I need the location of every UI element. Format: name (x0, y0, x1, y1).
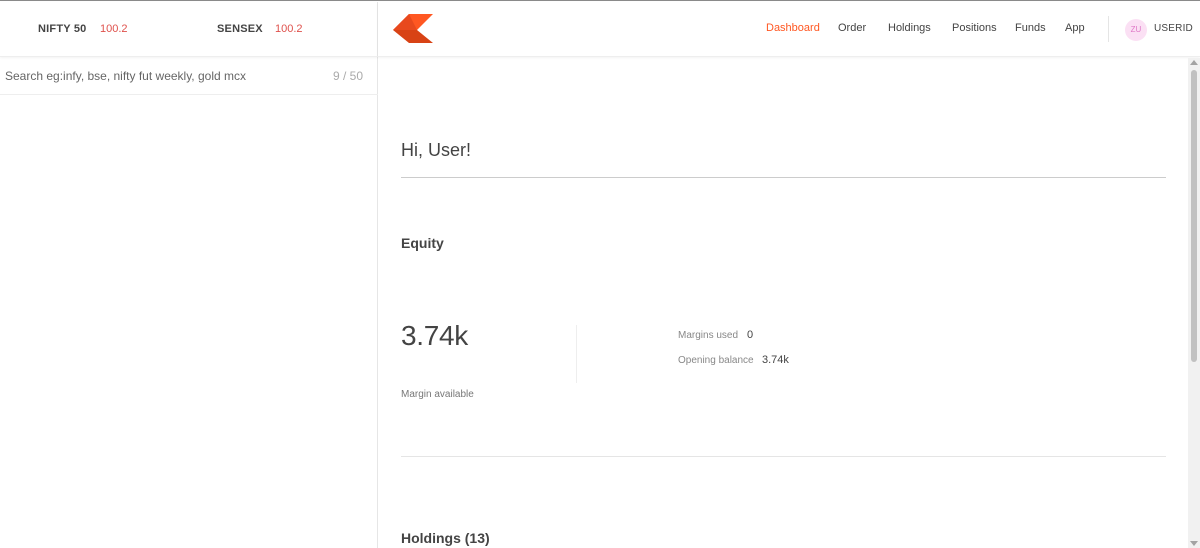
nav-funds[interactable]: Funds (1015, 22, 1046, 34)
scrollbar[interactable] (1188, 58, 1200, 548)
user-id[interactable]: USERID (1154, 23, 1193, 34)
search-bar: 9 / 50 (0, 58, 378, 95)
margin-available-value: 3.74k (401, 320, 468, 351)
index-name-nifty[interactable]: NIFTY 50 (38, 23, 86, 35)
search-input[interactable] (0, 58, 320, 94)
margins-used-label: Margins used (678, 330, 739, 341)
page-title: Hi, User! (401, 140, 472, 160)
nav-dashboard[interactable]: Dashboard (766, 22, 820, 34)
divider (401, 177, 1166, 178)
scroll-down-arrow-icon[interactable] (1190, 541, 1198, 546)
dashboard-content: Hi, User! Equity 3.74k Margin available … (379, 58, 1188, 548)
watchlist-count: 9 / 50 (332, 69, 363, 83)
nav-order[interactable]: Order (838, 22, 866, 34)
nav-app[interactable]: App (1065, 22, 1085, 34)
opening-balance-label: Opening balance (678, 355, 754, 366)
holdings-section-title: Holdings (13) (401, 530, 490, 546)
kite-logo-icon[interactable] (393, 14, 433, 44)
scroll-up-arrow-icon[interactable] (1190, 60, 1198, 65)
nav-positions[interactable]: Positions (952, 22, 997, 34)
opening-balance-value: 3.74k (762, 354, 789, 366)
index-value-sensex: 100.2 (275, 23, 303, 35)
index-value-nifty: 100.2 (100, 23, 128, 35)
index-name-sensex[interactable]: SENSEX (217, 23, 263, 35)
header-divider (1108, 16, 1109, 42)
scrollbar-thumb[interactable] (1191, 70, 1197, 362)
margins-used-value: 0 (747, 329, 754, 341)
nav-holdings[interactable]: Holdings (888, 22, 931, 34)
divider (401, 456, 1166, 457)
market-indices-bar: NIFTY 50 100.2 SENSEX 100.2 (0, 2, 378, 57)
app-window: NIFTY 50 100.2 SENSEX 100.2 9 / 50 Dashb… (0, 0, 1200, 548)
margin-available-label: Margin available (401, 389, 474, 400)
equity-section-title: Equity (401, 235, 444, 251)
marketwatch-panel: NIFTY 50 100.2 SENSEX 100.2 9 / 50 (0, 2, 378, 548)
avatar[interactable]: ZU (1125, 19, 1147, 41)
top-header: Dashboard Order Holdings Positions Funds… (378, 2, 1200, 57)
equity-divider (576, 325, 577, 383)
